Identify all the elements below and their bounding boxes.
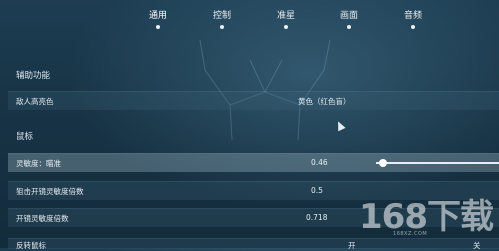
top-tab-bar: 通用 控制 准星 画面 音频 bbox=[0, 0, 499, 34]
tab-audio-dot bbox=[411, 25, 415, 29]
watermark-url: 168XZ.COM bbox=[393, 231, 428, 237]
tab-crosshair[interactable]: 准星 bbox=[266, 8, 306, 29]
tab-general[interactable]: 通用 bbox=[138, 8, 178, 29]
watermark-logo: 168下载 168XZ.COM bbox=[359, 189, 494, 238]
ads-multiplier-label: 开镜灵敏度倍数 bbox=[16, 214, 69, 223]
invert-mouse-label: 反转鼠标 bbox=[16, 241, 46, 250]
setting-row-enemy-color[interactable]: 敌人高亮色 黄色（红色盲） bbox=[8, 91, 499, 110]
scoped-multiplier-label: 狙击开镜灵敏度倍数 bbox=[16, 187, 84, 196]
scoped-multiplier-value: 0.5 bbox=[311, 186, 323, 195]
tab-audio-label: 音频 bbox=[403, 11, 422, 21]
section-title-assist: 辅助功能 bbox=[16, 71, 51, 81]
tab-video[interactable]: 画面 bbox=[329, 8, 369, 29]
section-title-mouse: 鼠标 bbox=[16, 132, 34, 142]
tab-audio[interactable]: 音频 bbox=[393, 8, 433, 29]
invert-on-option[interactable]: 开 bbox=[348, 240, 356, 251]
sensitivity-slider-knob[interactable] bbox=[378, 159, 387, 167]
tab-controls-label: 控制 bbox=[212, 11, 231, 21]
sensitivity-value: 0.46 bbox=[311, 158, 328, 167]
sensitivity-label: 灵敏度：瞄准 bbox=[16, 159, 61, 168]
enemy-color-value[interactable]: 黄色（红色盲） bbox=[298, 96, 351, 107]
tab-general-label: 通用 bbox=[148, 11, 167, 21]
tab-crosshair-dot bbox=[284, 25, 288, 29]
mouse-cursor-icon bbox=[334, 119, 346, 132]
setting-row-invert-mouse[interactable]: 反转鼠标 开 关 bbox=[8, 238, 499, 251]
sensitivity-slider[interactable] bbox=[376, 159, 499, 167]
setting-row-sensitivity[interactable]: 灵敏度：瞄准 0.46 bbox=[8, 153, 499, 172]
tab-controls-dot bbox=[220, 25, 224, 29]
invert-off-option[interactable]: 关 bbox=[473, 240, 481, 251]
tab-crosshair-label: 准星 bbox=[276, 11, 295, 21]
tab-controls[interactable]: 控制 bbox=[202, 8, 242, 29]
tab-video-label: 画面 bbox=[339, 11, 358, 21]
enemy-color-label: 敌人高亮色 bbox=[16, 97, 54, 106]
tab-video-dot bbox=[347, 25, 351, 29]
tab-general-dot bbox=[156, 25, 160, 29]
ads-multiplier-value: 0.718 bbox=[306, 213, 328, 222]
